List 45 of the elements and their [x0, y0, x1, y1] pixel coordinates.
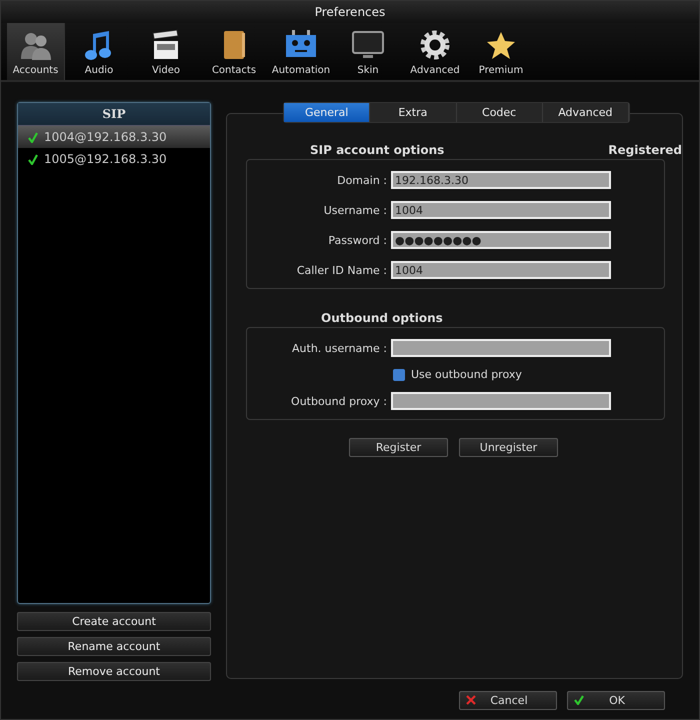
account-item[interactable]: 1005@192.168.3.30: [18, 148, 210, 170]
account-button[interactable]: Create account: [17, 612, 211, 632]
ok-button[interactable]: OK: [567, 690, 665, 710]
checkmark-icon: [28, 132, 38, 143]
toolbar-button[interactable]: Contacts: [201, 22, 267, 80]
toolbar-button[interactable]: Skin: [335, 22, 401, 80]
field-label: Auth. username :: [291, 342, 388, 355]
settings-icon: [418, 29, 452, 62]
field-label: Caller ID Name :: [296, 264, 388, 277]
field-label: Username :: [322, 204, 388, 217]
tab[interactable]: Codec: [456, 103, 543, 122]
input-field[interactable]: 192.168.3.30: [391, 171, 611, 190]
tab[interactable]: Advanced: [542, 103, 629, 122]
toolbar-button[interactable]: Advanced: [403, 22, 467, 80]
input-field[interactable]: 1004: [391, 201, 611, 220]
toolbar-button[interactable]: Audio: [67, 22, 131, 80]
toolbar-button[interactable]: Video: [133, 22, 199, 80]
checkbox[interactable]: [393, 368, 405, 381]
section-title: Outbound options: [321, 311, 443, 326]
account-button[interactable]: Remove account: [17, 662, 211, 682]
input-field[interactable]: [391, 339, 611, 358]
field-label: Password :: [327, 234, 388, 247]
section-title: SIP account options: [310, 143, 444, 158]
toolbar-button[interactable]: Automation: [269, 22, 333, 80]
list-header: SIP: [18, 103, 210, 126]
checkmark-icon: [28, 154, 38, 165]
account-button[interactable]: Rename account: [17, 637, 211, 656]
account-item[interactable]: 1004@192.168.3.30: [18, 126, 210, 148]
checkbox-label: Use outbound proxy: [411, 368, 522, 382]
field-label: Outbound proxy :: [290, 394, 388, 408]
input-field[interactable]: [391, 392, 611, 410]
checkmark-icon: [574, 695, 584, 706]
action-button[interactable]: Register: [349, 438, 448, 458]
registration-status: Registered: [608, 143, 682, 158]
tab[interactable]: General: [284, 103, 370, 122]
toolbar-button[interactable]: Accounts: [7, 22, 65, 80]
field-label: Domain :: [336, 174, 388, 187]
close-icon: [466, 695, 476, 706]
tab[interactable]: Extra: [370, 103, 456, 122]
action-button[interactable]: Unregister: [459, 438, 558, 458]
input-field[interactable]: 1004: [391, 261, 611, 280]
cancel-button[interactable]: Cancel: [459, 690, 557, 710]
toolbar-button[interactable]: Premium: [469, 22, 533, 80]
window-title: Preferences: [314, 4, 386, 19]
input-field[interactable]: ●●●●●●●●●: [391, 231, 611, 250]
